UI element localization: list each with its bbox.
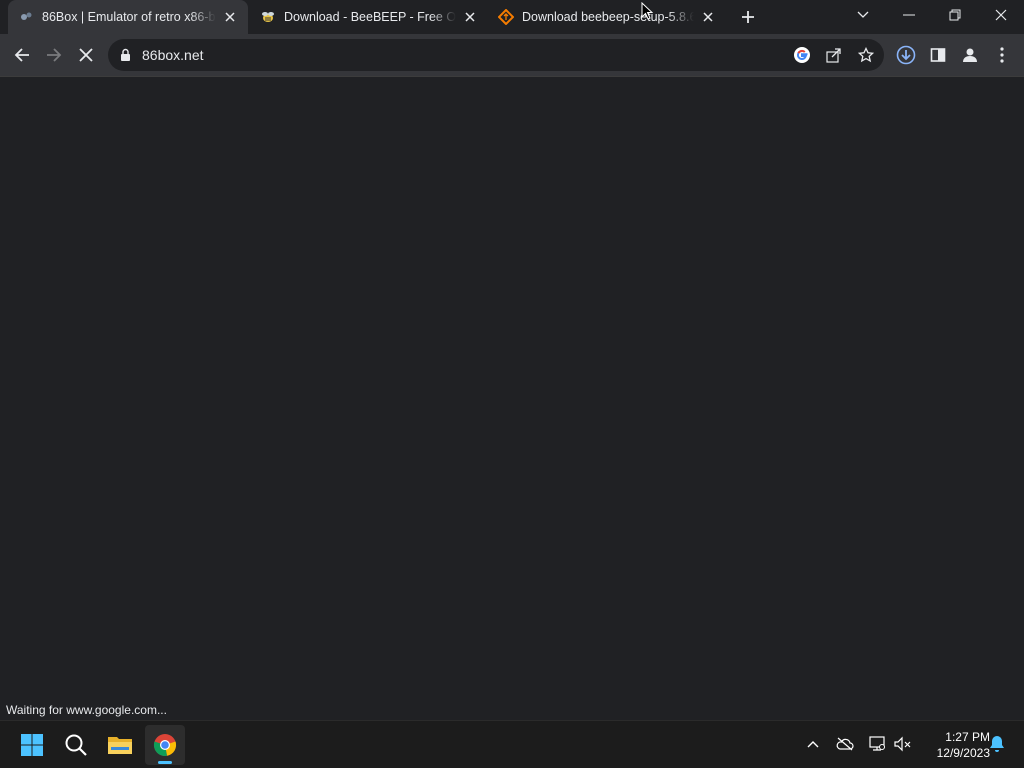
folder-icon — [108, 737, 132, 754]
windows-logo-icon — [21, 734, 43, 756]
show-hidden-icons-button[interactable] — [802, 733, 824, 755]
active-app-indicator — [158, 761, 172, 764]
tab-title: 86Box | Emulator of retro x86-based — [42, 10, 216, 24]
download-icon — [896, 45, 916, 65]
minimize-button[interactable] — [886, 0, 932, 30]
downloads-button[interactable] — [890, 39, 922, 71]
tab-strip: 86Box | Emulator of retro x86-based Down… — [0, 0, 1024, 34]
clock-date: 12/9/2023 — [936, 746, 990, 760]
close-tab-icon[interactable] — [462, 9, 478, 25]
chrome-icon — [153, 734, 177, 756]
volume-muted-icon — [894, 736, 911, 752]
tab-beebeep[interactable]: Download - BeeBEEP - Free Office — [250, 0, 486, 34]
star-icon — [858, 47, 874, 63]
minimize-icon — [903, 14, 915, 16]
new-tab-button[interactable] — [736, 6, 760, 28]
side-panel-button[interactable] — [922, 39, 954, 71]
google-lens-button[interactable] — [791, 44, 813, 66]
close-window-button[interactable] — [978, 0, 1024, 30]
restore-button[interactable] — [932, 0, 978, 30]
menu-button[interactable] — [986, 39, 1018, 71]
profile-button[interactable] — [954, 39, 986, 71]
close-tab-icon[interactable] — [222, 9, 238, 25]
profile-icon — [963, 48, 977, 62]
volume-tray-icon[interactable] — [892, 733, 914, 755]
windows-taskbar: 1:27 PM 12/9/2023 — [0, 720, 1024, 768]
search-icon — [65, 734, 87, 756]
share-icon — [826, 48, 841, 63]
tab-title: Download beebeep-setup-5.8.6.exe — [522, 10, 694, 24]
address-bar[interactable]: 86box.net — [108, 39, 884, 71]
stop-x-icon — [79, 48, 93, 62]
close-tab-icon[interactable] — [700, 9, 716, 25]
bell-icon — [990, 736, 1004, 752]
back-button[interactable] — [6, 39, 38, 71]
86box-favicon-icon — [18, 9, 34, 25]
arrow-right-icon — [47, 48, 62, 62]
onedrive-tray-icon[interactable] — [834, 733, 856, 755]
chevron-down-icon — [857, 11, 869, 18]
search-button[interactable] — [56, 725, 96, 765]
file-explorer-button[interactable] — [100, 725, 140, 765]
clock-time: 1:27 PM — [945, 730, 990, 744]
notifications-button[interactable] — [986, 733, 1008, 755]
kebab-menu-icon — [1000, 47, 1004, 63]
share-button[interactable] — [823, 44, 845, 66]
forward-button[interactable] — [38, 39, 70, 71]
close-icon — [995, 9, 1007, 21]
beebeep-favicon-icon — [260, 9, 276, 25]
page-content — [0, 77, 1024, 720]
chevron-up-icon — [807, 741, 819, 748]
plus-icon — [742, 11, 754, 23]
stop-loading-button[interactable] — [70, 39, 102, 71]
status-bubble: Waiting for www.google.com... — [0, 701, 173, 720]
side-panel-icon — [930, 48, 946, 62]
restore-icon — [949, 9, 961, 21]
arrow-left-icon — [14, 48, 29, 62]
chrome-taskbar-button[interactable] — [145, 725, 185, 765]
lock-icon[interactable] — [120, 48, 131, 67]
sourceforge-favicon-icon — [498, 9, 514, 25]
mouse-cursor-icon — [641, 1, 654, 25]
url-text[interactable]: 86box.net — [142, 47, 204, 63]
tab-86box[interactable]: 86Box | Emulator of retro x86-based — [8, 0, 248, 34]
google-icon — [794, 47, 810, 63]
tab-sourceforge[interactable]: Download beebeep-setup-5.8.6.exe — [488, 0, 724, 34]
tab-title: Download - BeeBEEP - Free Office — [284, 10, 456, 24]
network-tray-icon[interactable] — [866, 733, 888, 755]
browser-toolbar: 86box.net — [0, 34, 1024, 77]
start-button[interactable] — [12, 725, 52, 765]
cloud-offline-icon — [836, 737, 854, 751]
tab-search-button[interactable] — [840, 0, 886, 30]
network-icon — [869, 736, 885, 751]
bookmark-button[interactable] — [855, 44, 877, 66]
taskbar-clock[interactable]: 1:27 PM 12/9/2023 — [918, 729, 990, 761]
